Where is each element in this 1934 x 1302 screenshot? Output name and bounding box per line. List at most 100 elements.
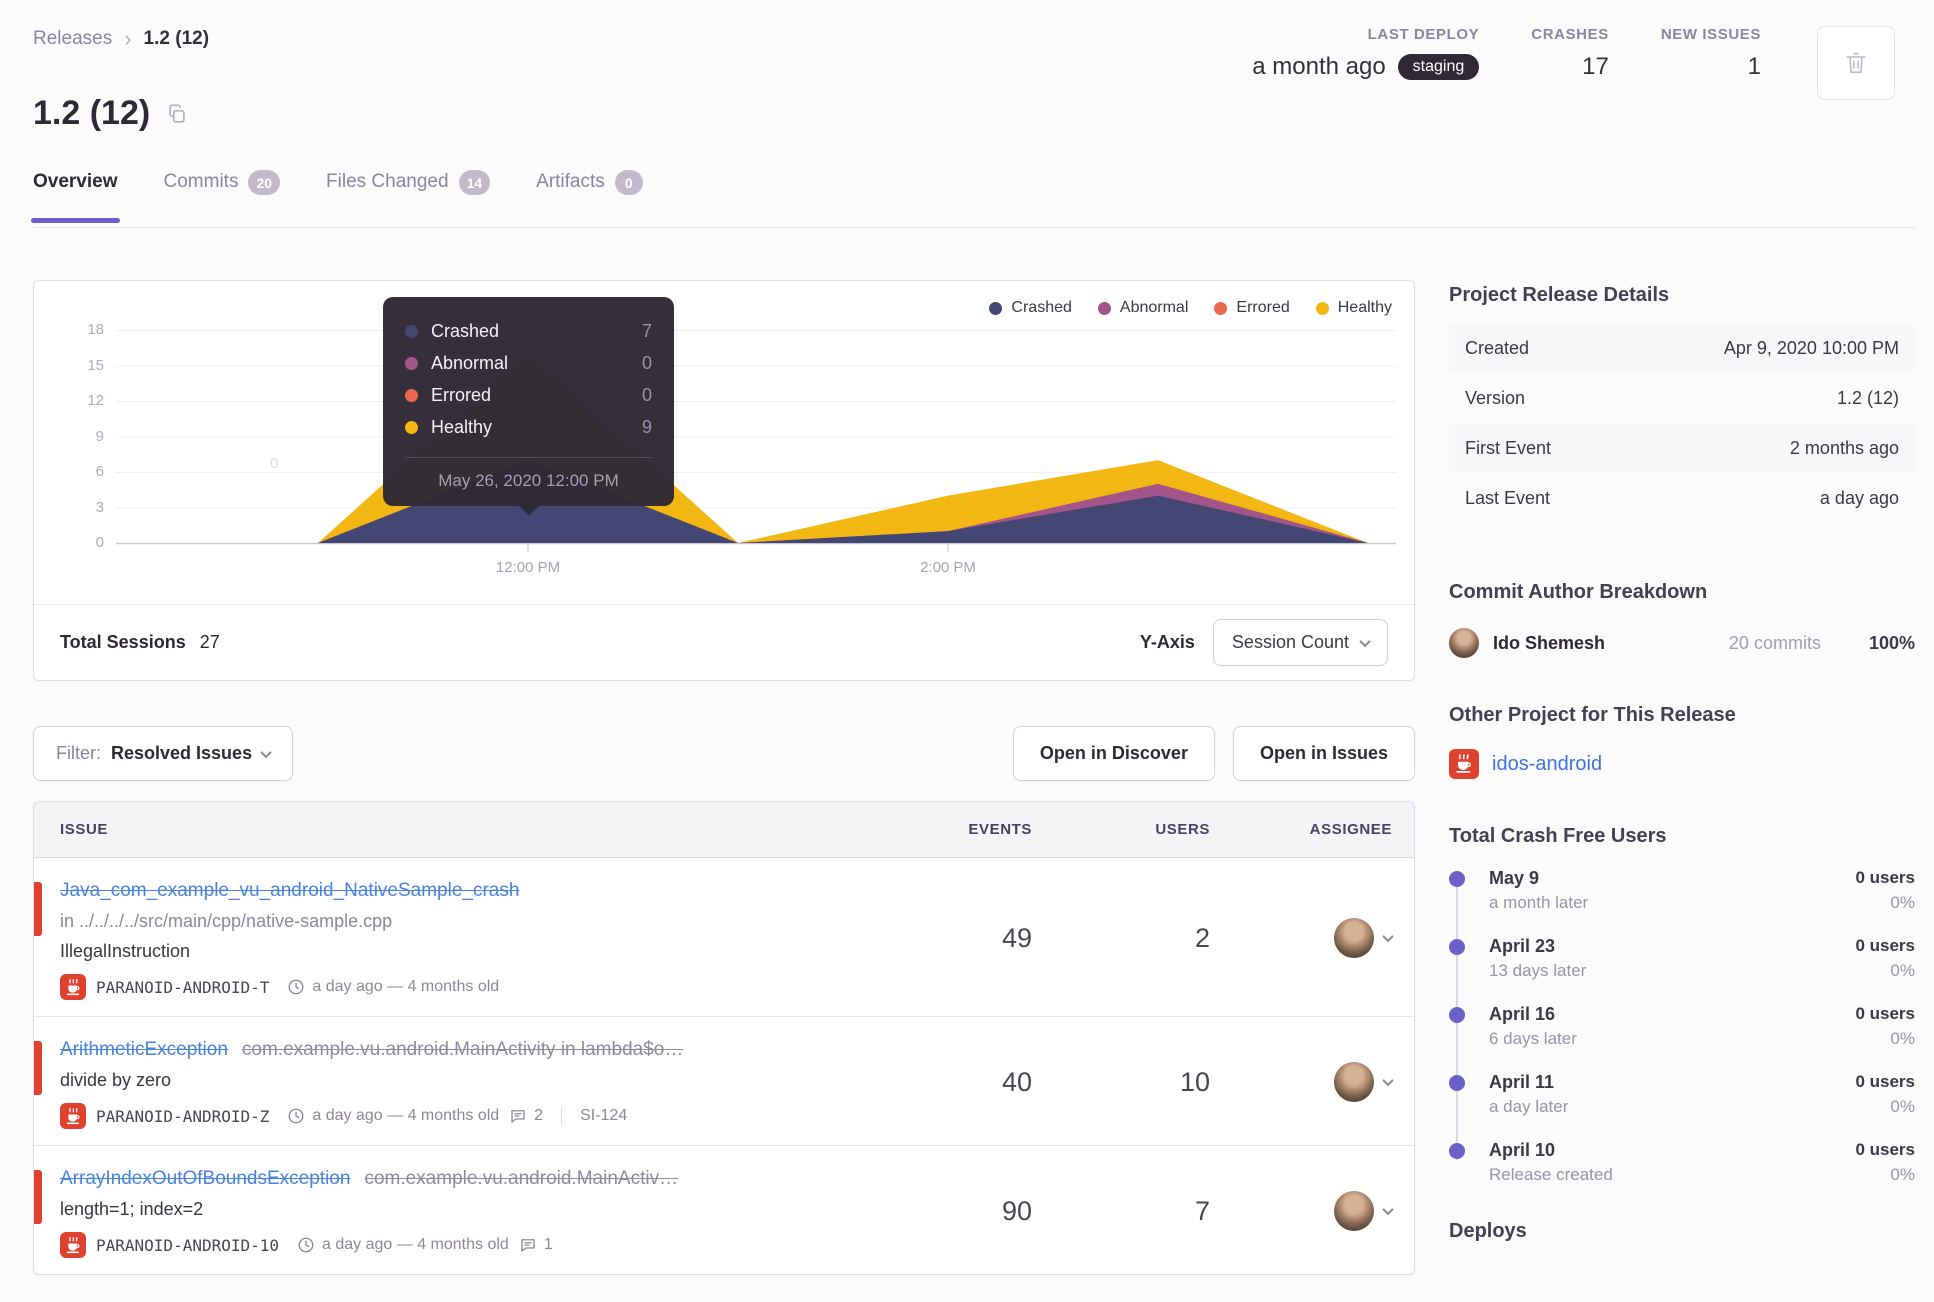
tab-badge: 14: [458, 170, 491, 195]
y-tick-label: 12: [87, 392, 104, 409]
issue-row: ArithmeticException com.example.vu.androi…: [34, 1017, 1414, 1146]
issue-culprit: com.example.vu.android.MainActiv…: [364, 1168, 679, 1189]
tab-badge: 20: [248, 170, 281, 195]
project-tag: PARANOID-ANDROID-T: [96, 977, 270, 997]
tooltip-row: Crashed 7: [405, 315, 652, 347]
x-tick-label: 12:00 PM: [495, 559, 561, 576]
comment-count: 2: [509, 1107, 543, 1125]
assignee-dropdown[interactable]: [1214, 1191, 1414, 1231]
timeline-dot-icon: [1449, 871, 1465, 887]
breadcrumb: Releases › 1.2 (12): [33, 0, 1415, 52]
chevron-down-icon: [1382, 1074, 1394, 1087]
issue-culprit: com.example.vu.android.MainActivity in l…: [241, 1039, 684, 1060]
timeline-item: April 16 6 days later 0 users 0%: [1449, 1004, 1915, 1054]
y-tick-label: 18: [87, 321, 104, 338]
tab-badge: 0: [614, 170, 643, 195]
issue-title-link[interactable]: ArithmeticException: [60, 1039, 228, 1060]
col-assignee: ASSIGNEE: [1309, 821, 1392, 838]
chevron-down-icon: [260, 746, 272, 758]
other-project-heading: Other Project for This Release: [1449, 704, 1736, 726]
java-project-icon: [60, 1103, 86, 1129]
sessions-chart-panel: Crashed Abnormal Errored Healthy 0 3 6 9 12 1…: [33, 280, 1415, 681]
healthy-dot-icon: [1315, 301, 1329, 315]
yaxis-select[interactable]: Session Count: [1212, 619, 1388, 666]
tooltip-row: Abnormal 0: [405, 347, 652, 379]
crash-free-timeline: May 9 a month later 0 users 0% April 23 …: [1449, 868, 1915, 1190]
copy-icon[interactable]: [166, 103, 188, 125]
detail-row-created: Created Apr 9, 2020 10:00 PM: [1449, 323, 1915, 373]
legend-item-crashed[interactable]: Crashed: [989, 299, 1072, 317]
issue-message: divide by zero: [60, 1070, 172, 1090]
sessions-chart[interactable]: [116, 330, 1396, 554]
crashed-dot-icon: [989, 301, 1003, 315]
java-project-icon: [60, 1232, 86, 1258]
issues-table-header: ISSUE EVENTS USERS ASSIGNEE: [34, 802, 1414, 858]
issue-row: Java_com_example_vu_android_NativeSample…: [34, 858, 1414, 1017]
detail-row-version: Version 1.2 (12): [1465, 387, 1899, 408]
events-count: 40: [1001, 1066, 1032, 1097]
java-project-icon: [60, 974, 86, 1000]
assignee-avatar: [1334, 918, 1374, 958]
clock-icon: [298, 1237, 314, 1253]
y-tick-label: 6: [95, 463, 104, 480]
tab-commits[interactable]: Commits 20: [164, 170, 281, 223]
breadcrumb-releases-link[interactable]: Releases: [33, 28, 112, 50]
tab-artifacts[interactable]: Artifacts 0: [536, 170, 643, 223]
open-in-issues-button[interactable]: Open in Issues: [1232, 726, 1415, 781]
author-avatar: [1449, 628, 1479, 658]
tooltip-date: May 26, 2020 12:00 PM: [438, 471, 619, 490]
issue-title-link[interactable]: Java_com_example_vu_android_NativeSample…: [60, 880, 519, 901]
author-commit-count: 20 commits: [1728, 632, 1821, 653]
issue-age: a day ago — 4 months old: [297, 1236, 509, 1254]
events-count: 49: [1001, 922, 1032, 953]
comment-icon: [521, 1239, 535, 1252]
trash-icon: [1846, 52, 1866, 74]
timeline-dot-icon: [1449, 939, 1465, 955]
delete-release-button[interactable]: [1817, 26, 1895, 100]
y-tick-label: 9: [95, 427, 104, 445]
errored-dot-icon: [1214, 301, 1228, 315]
col-users: USERS: [1155, 821, 1210, 838]
crashes-value: 17: [1582, 53, 1609, 80]
assignee-dropdown[interactable]: [1214, 918, 1414, 958]
timeline-item: April 10 Release created 0 users 0%: [1449, 1140, 1915, 1190]
assignee-dropdown[interactable]: [1214, 1062, 1414, 1102]
crash-free-heading: Total Crash Free Users: [1449, 825, 1667, 847]
new-issues-label: NEW ISSUES: [1660, 26, 1761, 43]
comment-count: 1: [519, 1236, 553, 1254]
issue-title-link[interactable]: ArrayIndexOutOfBoundsException: [60, 1168, 350, 1189]
users-count: 10: [1179, 1066, 1210, 1097]
breadcrumb-current: 1.2 (12): [143, 28, 210, 49]
legend-item-healthy[interactable]: Healthy: [1315, 299, 1392, 317]
y-tick-label: 15: [87, 356, 104, 374]
java-project-icon: [1449, 749, 1479, 779]
legend-item-errored[interactable]: Errored: [1214, 299, 1290, 317]
issue-age: a day ago — 4 months old: [287, 1107, 499, 1125]
other-project-link[interactable]: idos-android: [1492, 753, 1602, 776]
tab-files-changed[interactable]: Files Changed 14: [326, 170, 491, 223]
clock-icon: [288, 1108, 304, 1124]
legend-item-abnormal[interactable]: Abnormal: [1097, 299, 1188, 317]
resolved-indicator-bar: [34, 1170, 42, 1224]
total-sessions-value: 27: [199, 632, 220, 652]
tab-overview[interactable]: Overview: [31, 171, 119, 223]
issue-age: a day ago — 4 months old: [287, 978, 499, 996]
assignee-avatar: [1334, 1191, 1374, 1231]
timeline-dot-icon: [1449, 1143, 1465, 1159]
deploys-heading: Deploys: [1449, 1220, 1527, 1242]
clock-icon: [288, 979, 304, 995]
tooltip-row: Healthy 9: [405, 411, 652, 443]
issue-message: IllegalInstruction: [60, 941, 191, 961]
col-issue: ISSUE: [60, 821, 109, 838]
ghost-label: 0: [270, 455, 279, 472]
timeline-item: April 11 a day later 0 users 0%: [1449, 1072, 1915, 1122]
page-title: 1.2 (12): [33, 94, 151, 132]
chart-tooltip: Crashed 7 Abnormal 0 Errored 0 Healthy 9…: [383, 297, 674, 506]
timeline-dot-icon: [1449, 1075, 1465, 1091]
details-heading: Project Release Details: [1449, 284, 1670, 306]
issues-filter-dropdown[interactable]: Filter: Resolved Issues: [33, 726, 294, 781]
stat-new-issues: NEW ISSUES 1: [1661, 26, 1761, 81]
issue-culprit: in ../../../../src/main/cpp/native-sampl…: [60, 911, 393, 931]
new-issues-value: 1: [1747, 53, 1761, 80]
open-in-discover-button[interactable]: Open in Discover: [1012, 726, 1215, 781]
